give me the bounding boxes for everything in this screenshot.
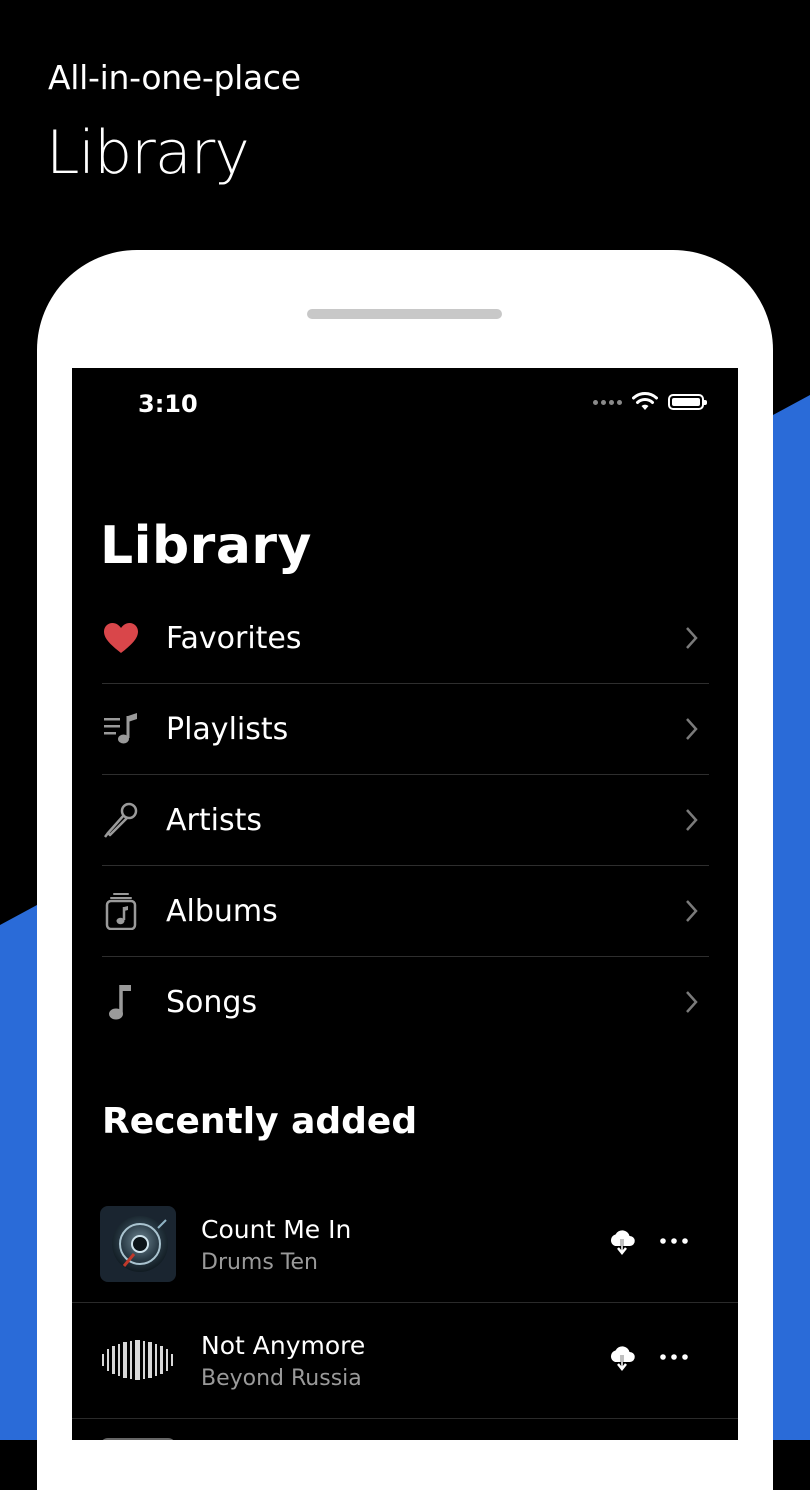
chevron-right-icon [686, 627, 698, 649]
song-row[interactable]: Count Me In Drums Ten [72, 1187, 738, 1303]
album-art [100, 1206, 176, 1282]
menu-item-label: Playlists [166, 711, 289, 747]
album-art [100, 1322, 176, 1398]
battery-icon [668, 394, 707, 410]
phone-screen: 3:10 Library Favorites Playlists Artists… [72, 368, 738, 1440]
menu-item-playlists[interactable]: Playlists [102, 684, 709, 775]
cloud-download-icon[interactable] [608, 1343, 636, 1371]
song-artist: Beyond Russia [201, 1366, 362, 1391]
song-title: Not Anymore [201, 1331, 366, 1360]
playlist-icon [102, 710, 140, 748]
cloud-download-icon[interactable] [608, 1227, 636, 1255]
wifi-icon [632, 392, 658, 410]
music-note-icon [102, 983, 140, 1021]
status-time: 3:10 [138, 390, 198, 418]
album-icon [102, 892, 140, 930]
phone-speaker [307, 309, 502, 319]
more-options-icon[interactable] [658, 1348, 690, 1366]
menu-item-artists[interactable]: Artists [102, 775, 709, 866]
chevron-right-icon [686, 809, 698, 831]
song-title: Count Me In [201, 1215, 352, 1244]
chevron-right-icon [686, 718, 698, 740]
menu-item-label: Artists [166, 802, 262, 838]
promo-title: Library [46, 118, 250, 188]
song-row-partial[interactable] [72, 1419, 738, 1440]
section-title-recently-added: Recently added [102, 1101, 418, 1142]
microphone-icon [102, 801, 140, 839]
page-title: Library [100, 516, 312, 576]
menu-item-label: Albums [166, 893, 278, 929]
heart-icon [102, 619, 140, 657]
chevron-right-icon [686, 900, 698, 922]
menu-item-songs[interactable]: Songs [102, 957, 709, 1047]
more-options-icon[interactable] [658, 1232, 690, 1250]
menu-item-label: Songs [166, 984, 258, 1020]
menu-item-label: Favorites [166, 620, 302, 656]
promo-subtitle: All-in-one-place [48, 58, 301, 97]
chevron-right-icon [686, 991, 698, 1013]
library-menu: Favorites Playlists Artists Albums Songs [102, 593, 709, 1047]
signal-icon [593, 399, 622, 405]
menu-item-albums[interactable]: Albums [102, 866, 709, 957]
menu-item-favorites[interactable]: Favorites [102, 593, 709, 684]
song-artist: Drums Ten [201, 1250, 318, 1275]
status-icons [593, 392, 707, 412]
song-row[interactable]: Not Anymore Beyond Russia [72, 1303, 738, 1419]
